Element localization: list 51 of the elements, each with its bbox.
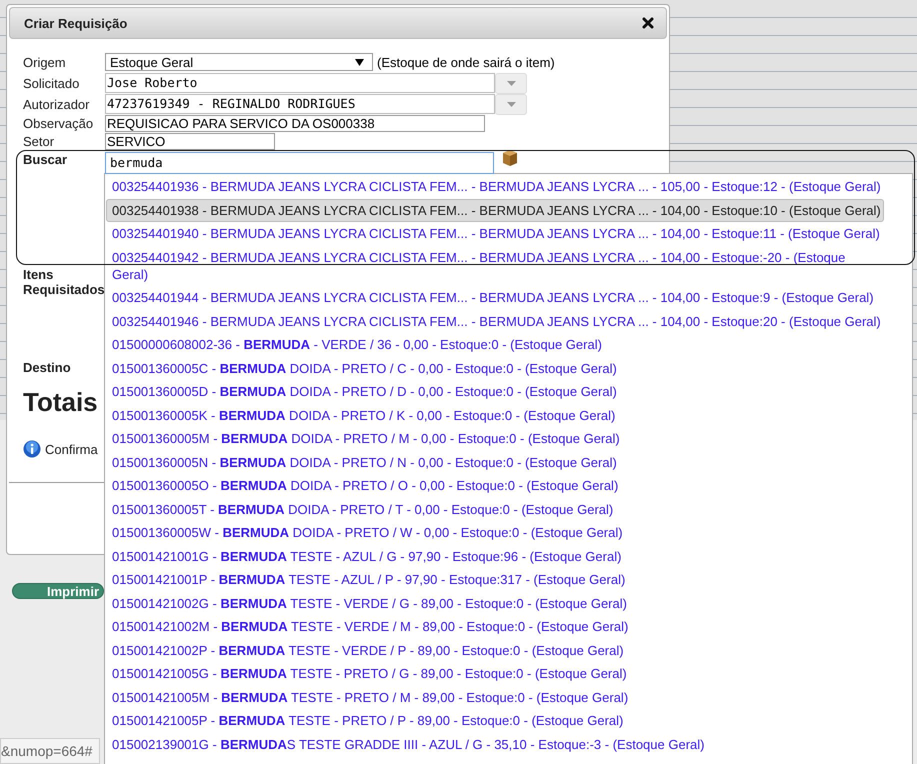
field-label: Solicitado — [23, 76, 80, 90]
info-icon — [23, 440, 41, 458]
suggestion-item[interactable]: 015001360005O - BERMUDA DOIDA - PRETO / O - 0,00 - Estoque:0 - (Estoque Geral) — [106, 474, 884, 498]
url-field: &numop=664# — [0, 738, 100, 764]
suggestion-item[interactable]: 003254401942 - BERMUDA JEANS LYCRA CICLISTA FEM... - BERMUDA JEANS LYCRA ... - 104,00 - Estoque:-20 - (Estoque Geral) — [106, 246, 884, 286]
section-label: Destino — [23, 360, 71, 375]
suggestion-item[interactable]: 01500000608002-36 - BERMUDA - VERDE / 36 - 0,00 - Estoque:0 - (Estoque Geral) — [106, 333, 884, 356]
field-label: Observação — [23, 116, 94, 130]
suggestion-item[interactable]: 015001360005K - BERMUDA DOIDA - PRETO / K - 0,00 - Estoque:0 - (Estoque Geral) — [106, 404, 884, 427]
close-icon[interactable] — [642, 17, 654, 29]
suggestion-item[interactable]: 003254401946 - BERMUDA JEANS LYCRA CICLISTA FEM... - BERMUDA JEANS LYCRA ... - 104,00 - Estoque:20 - (Estoque Geral) — [106, 310, 884, 333]
origin-select[interactable]: Estoque Geral — [105, 53, 373, 71]
dialog-title: Criar Requisição — [24, 16, 128, 30]
suggestion-item[interactable]: 003254401940 - BERMUDA JEANS LYCRA CICLISTA FEM... - BERMUDA JEANS LYCRA ... - 104,00 - Estoque:11 - (Estoque Geral) — [106, 222, 884, 246]
combo-field[interactable]: 47237619349 - REGINALDO RODRIGUES — [105, 94, 495, 114]
suggestion-item[interactable]: 015001421005G - BERMUDA TESTE - PRETO / G - 89,00 - Estoque:0 - (Estoque Geral) — [106, 662, 884, 686]
confirm-text: Confirma — [45, 442, 98, 456]
suggestion-item[interactable]: 015001421002G - BERMUDA TESTE - VERDE / G - 89,00 - Estoque:0 - (Estoque Geral) — [106, 592, 884, 615]
suggestion-item[interactable]: 003254401938 - BERMUDA JEANS LYCRA CICLISTA FEM... - BERMUDA JEANS LYCRA ... - 104,00 - Estoque:10 - (Estoque Geral) — [106, 198, 884, 222]
field-label: Origem — [23, 54, 67, 70]
search-label: Buscar — [23, 152, 68, 167]
totals-heading: Totais — [23, 387, 98, 418]
suggestion-item[interactable]: 003254401944 - BERMUDA JEANS LYCRA CICLISTA FEM... - BERMUDA JEANS LYCRA ... - 104,00 - Estoque:9 - (Estoque Geral) — [106, 286, 884, 310]
field-label: Setor — [23, 134, 56, 148]
suggestion-item[interactable]: 015001421005M - BERMUDA TESTE - PRETO / M - 89,00 - Estoque:0 - (Estoque Geral) — [106, 686, 884, 709]
box-icon[interactable] — [501, 149, 519, 167]
suggestion-item[interactable]: 015001421002P - BERMUDA TESTE - VERDE / P - 89,00 - Estoque:0 - (Estoque Geral) — [106, 638, 884, 662]
caret-icon — [506, 102, 516, 106]
suggestion-item[interactable]: 015001421001G - BERMUDA TESTE - AZUL / G - 97,90 - Estoque:96 - (Estoque Geral) — [106, 544, 884, 568]
field-label: Autorizador — [23, 96, 90, 112]
suggestion-item[interactable]: 015001421002M - BERMUDA TESTE - VERDE / M - 89,00 - Estoque:0 - (Estoque Geral) — [106, 615, 884, 638]
text-field[interactable]: REQUISICAO PARA SERVICO DA OS000338 — [105, 114, 485, 132]
suggestion-item[interactable]: 015001360005M - BERMUDA DOIDA - PRETO / M - 0,00 - Estoque:0 - (Estoque Geral) — [106, 427, 884, 450]
suggestion-item[interactable]: 003254401936 - BERMUDA JEANS LYCRA CICLISTA FEM... - BERMUDA JEANS LYCRA ... - 105,00 - Estoque:12 - (Estoque Geral) — [106, 175, 884, 198]
suggestion-item[interactable]: 015001360005T - BERMUDA DOIDA - PRETO / T - 0,00 - Estoque:0 - (Estoque Geral) — [106, 498, 884, 521]
suggestion-item[interactable]: 015001421001P - BERMUDA TESTE - AZUL / P - 97,90 - Estoque:317 - (Estoque Geral) — [106, 568, 884, 592]
search-field[interactable]: bermuda — [105, 152, 494, 174]
suggestion-item[interactable]: 015001360005W - BERMUDA DOIDA - PRETO / W - 0,00 - Estoque:0 - (Estoque Geral) — [106, 521, 884, 544]
print-button[interactable]: Imprimir — [12, 583, 104, 599]
combo-field[interactable]: Jose Roberto — [105, 73, 495, 93]
suggestion-item[interactable]: 015001360005C - BERMUDA DOIDA - PRETO / C - 0,00 - Estoque:0 - (Estoque Geral) — [106, 356, 884, 380]
suggestion-item[interactable]: 015001421005P - BERMUDA TESTE - PRETO / P - 89,00 - Estoque:0 - (Estoque Geral) — [106, 709, 884, 732]
dropdown-button[interactable] — [495, 72, 527, 94]
field-hint: (Estoque de onde sairá o item) — [377, 54, 555, 70]
section-label: Itens Requisitados — [23, 267, 105, 297]
suggestion-item[interactable]: 015001360005D - BERMUDA DOIDA - PRETO / D - 0,00 - Estoque:0 - (Estoque Geral) — [106, 380, 884, 404]
caret-icon — [355, 58, 364, 66]
text-field[interactable]: SERVICO — [105, 132, 275, 150]
suggestion-item[interactable]: 015001360005N - BERMUDA DOIDA - PRETO / N - 0,00 - Estoque:0 - (Estoque Geral) — [106, 450, 884, 474]
suggestion-item[interactable]: 015002139001G - BERMUDAS TESTE GRADDE IIII - AZUL / G - 35,10 - Estoque:-3 - (Estoque Geral) — [106, 732, 884, 756]
caret-icon — [506, 80, 516, 86]
